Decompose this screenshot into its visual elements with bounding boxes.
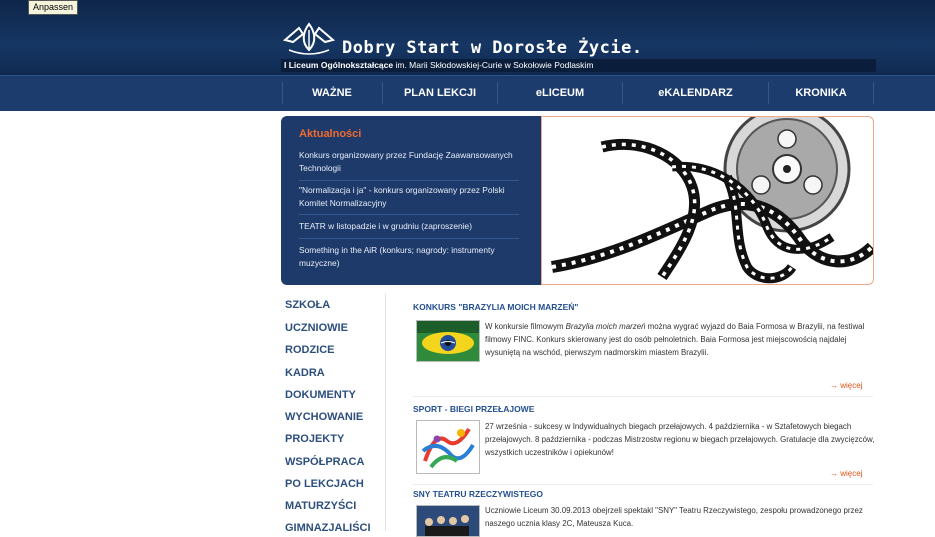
sidebar-item-szkola[interactable]: SZKOŁA <box>285 299 330 311</box>
nav-item-ekalendarz[interactable]: eKALENDARZ <box>623 76 768 111</box>
sidebar-item-maturzysci[interactable]: MATURZYŚCI <box>285 500 356 512</box>
film-reel-icon <box>551 117 873 284</box>
article-divider <box>413 396 873 397</box>
school-name-bar: I Liceum Ogólnokształcące im. Marii Skło… <box>281 59 876 72</box>
article-thumbnail[interactable] <box>416 420 480 474</box>
article-title[interactable]: SPORT - BIEGI PRZEŁAJOWE <box>413 404 534 414</box>
article-text: 27 września - sukcesy w Indywidualnych b… <box>485 422 875 457</box>
article-title[interactable]: SNY TEATRU RZECZYWISTEGO <box>413 489 543 499</box>
article-thumbnail[interactable] <box>416 505 480 537</box>
school-name-bold: I Liceum Ogólnokształcące <box>284 60 394 70</box>
school-name-rest: im. Marii Skłodowskiej-Curie w Sokołowie… <box>393 60 594 70</box>
news-divider <box>299 180 519 181</box>
article-title[interactable]: KONKURS "BRAZYLIA MOICH MARZEŃ" <box>413 302 578 312</box>
sidebar-item-projekty[interactable]: PROJEKTY <box>285 433 344 445</box>
more-link[interactable]: → więcej <box>830 469 862 478</box>
nav-separator <box>873 82 874 104</box>
article-text-part: W konkursie filmowym <box>485 322 566 331</box>
main-nav: WAŻNE PLAN LEKCJI eLICEUM eKALENDARZ KRO… <box>0 75 935 111</box>
column-divider <box>385 294 386 531</box>
tooltip: Anpassen <box>28 0 79 15</box>
film-reel-banner <box>541 116 874 285</box>
theatre-image-icon <box>417 506 479 536</box>
nav-item-eliceum[interactable]: eLICEUM <box>498 76 622 111</box>
news-item[interactable]: "Normalizacja i ja" - konkurs organizowa… <box>299 184 515 210</box>
sidebar-item-kadra[interactable]: KADRA <box>285 367 325 379</box>
nav-item-kronika[interactable]: KRONIKA <box>769 76 873 111</box>
news-item[interactable]: Something in the AiR (konkurs; nagrody: … <box>299 244 515 270</box>
eye-flag-image-icon <box>417 321 479 361</box>
sidebar-item-dokumenty[interactable]: DOKUMENTY <box>285 389 356 401</box>
site-header: Dobry Start w Dorosłe Życie. I Liceum Og… <box>0 0 935 75</box>
article-text: W konkursie filmowym Brazylia moich marz… <box>485 320 875 359</box>
nav-item-wazne[interactable]: WAŻNE <box>283 76 381 111</box>
more-link[interactable]: → więcej <box>830 381 862 390</box>
article-divider <box>413 484 873 485</box>
article-text: Uczniowie Liceum 30.09.2013 obejrzeli sp… <box>485 506 863 528</box>
site-title[interactable]: Dobry Start w Dorosłe Życie. <box>342 38 643 58</box>
news-item[interactable]: TEATR w listopadzie i w grudniu (zaprosz… <box>299 220 515 233</box>
sidebar-item-wychowanie[interactable]: WYCHOWANIE <box>285 411 363 423</box>
news-title: Aktualności <box>299 128 362 140</box>
sidebar-item-po-lekcjach[interactable]: PO LEKCJACH <box>285 478 364 490</box>
school-logo-icon[interactable] <box>283 20 335 56</box>
sidebar-item-rodzice[interactable]: RODZICE <box>285 344 335 356</box>
news-divider <box>299 214 519 215</box>
news-box: Aktualności Konkurs organizowany przez F… <box>281 116 543 285</box>
nav-item-plan-lekcji[interactable]: PLAN LEKCJI <box>383 76 497 111</box>
sidebar-item-uczniowie[interactable]: UCZNIOWIE <box>285 322 348 334</box>
sidebar-item-gimnazjalisci[interactable]: GIMNAZJALIŚCI <box>285 522 371 534</box>
article-text-italic: Brazylia moich marzeń <box>565 322 646 331</box>
news-item[interactable]: Konkurs organizowany przez Fundację Zaaw… <box>299 149 515 175</box>
sidebar-item-wspolpraca[interactable]: WSPÓŁPRACA <box>285 456 364 468</box>
article-thumbnail[interactable] <box>416 320 480 362</box>
news-divider <box>299 238 519 239</box>
runners-image-icon <box>417 421 479 473</box>
